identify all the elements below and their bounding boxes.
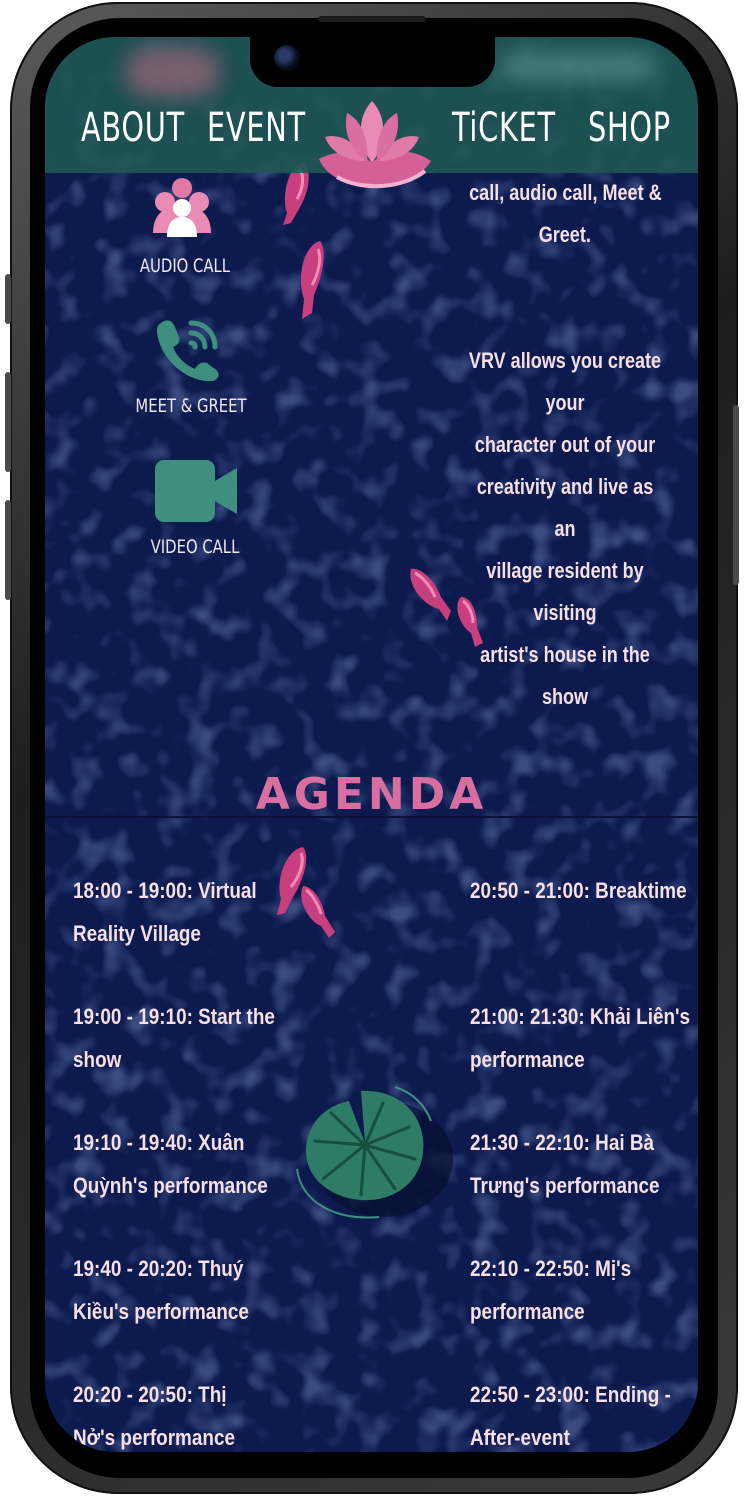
screen: ABOUT EVENT TiCKET SHOP AUDIO CALL MEET … [45,37,698,1452]
speaker-grille [318,16,426,22]
nav-event[interactable]: EVENT [207,105,306,151]
silent-switch [5,274,11,324]
agenda-item: 19:40 - 20:20: Thuý Kiều's performance [73,1256,249,1324]
koi-fish-icon [457,597,483,647]
feature-label: MEET & GREET [135,395,247,417]
agenda-item: 19:10 - 19:40: Xuân Quỳnh's performance [73,1130,268,1198]
feature-label: VIDEO CALL [150,536,240,558]
nav-about[interactable]: ABOUT [81,105,185,151]
agenda-item: 22:10 - 22:50: Mị's performance [470,1256,632,1324]
agenda-item: 20:20 - 20:50: Thị Nở's performance [73,1382,236,1450]
nav-shop[interactable]: SHOP [588,105,671,151]
koi-fish-icon [300,241,324,319]
koi-fish-icon [301,886,335,938]
lotus-logo-icon[interactable] [307,99,437,189]
agenda-item: 21:30 - 22:10: Hai Bà Trưng's performance [470,1130,660,1198]
front-camera [274,45,300,71]
lily-pad-icon [296,1086,453,1219]
video-camera-icon [155,460,237,522]
agenda-item: 20:50 - 21:00: Breaktime [470,878,687,903]
nav-ticket[interactable]: TiCKET [452,105,556,151]
volume-down-button [5,500,11,600]
agenda-item: 19:00 - 19:10: Start the show [73,1004,275,1072]
power-button [733,405,739,585]
agenda-item: 18:00 - 19:00: Virtual Reality Village [73,878,257,946]
vrv-description-text: VRV allows you create your character out… [468,348,662,709]
audio-call-icon [153,178,211,237]
koi-fish-icon [410,568,451,621]
blurred-logo [125,47,220,97]
agenda-item: 21:00: 21:30: Khải Liên's performance [470,1004,691,1072]
agenda-title: AGENDA [255,769,488,820]
volume-up-button [5,372,11,472]
section-divider [45,816,698,818]
notch [250,37,495,87]
features-summary-text: call, audio call, Meet & Greet. [468,180,662,247]
phone-icon [157,320,219,382]
blurred-status [500,53,655,81]
agenda-item: 22:50 - 23:00: Ending - After-event [470,1382,671,1450]
feature-label: AUDIO CALL [139,255,231,277]
